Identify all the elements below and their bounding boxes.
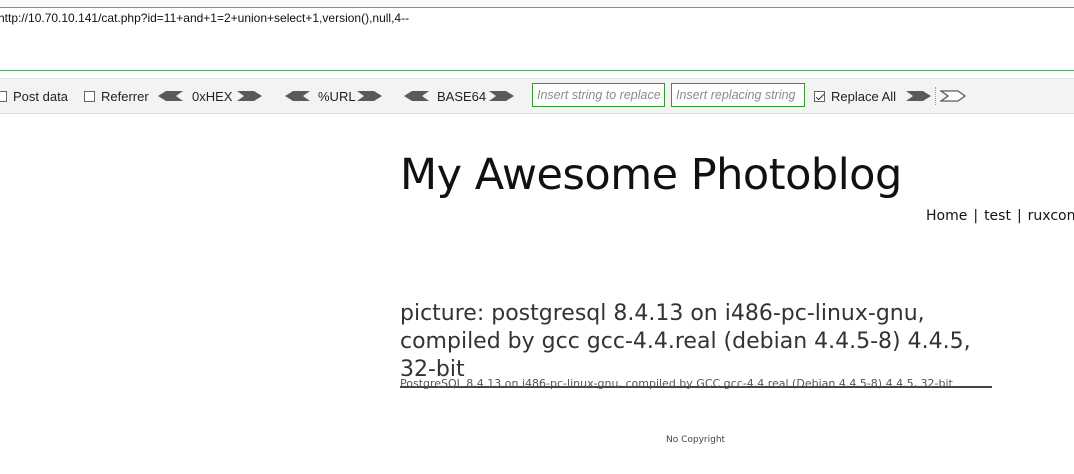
post-data-checkbox[interactable] bbox=[0, 90, 7, 102]
toolbar-separator bbox=[935, 87, 936, 105]
hex-label: 0xHEX bbox=[192, 88, 233, 104]
hackbar-url-text[interactable]: http://10.70.10.141/cat.php?id=11+and+1=… bbox=[0, 11, 409, 25]
hackbar-toolbar: Post data Referrer 0xHEX %URL BASE64 Ins… bbox=[0, 78, 1074, 114]
replace-button[interactable] bbox=[905, 79, 931, 113]
picture-title: picture: postgresql 8.4.13 on i486-pc-li… bbox=[400, 300, 992, 388]
base64-label: BASE64 bbox=[437, 88, 487, 104]
nav-link-test[interactable]: test bbox=[984, 208, 1011, 224]
url-decode-button[interactable] bbox=[356, 79, 382, 113]
referrer-toggle[interactable]: Referrer bbox=[84, 79, 149, 113]
left-arrow-icon[interactable] bbox=[404, 90, 430, 102]
post-data-label[interactable]: Post data bbox=[13, 89, 68, 104]
nav-link-home[interactable]: Home bbox=[926, 208, 967, 224]
right-arrow-icon[interactable] bbox=[905, 90, 931, 102]
hex-decode-button[interactable] bbox=[236, 79, 262, 113]
base64-decode-button[interactable] bbox=[488, 79, 514, 113]
left-arrow-icon[interactable] bbox=[285, 90, 311, 102]
hackbar-top-border bbox=[0, 0, 1074, 8]
picture-caption: PostgreSQL 8.4.13 on i486-pc-linux-gnu, … bbox=[400, 377, 953, 390]
nav-separator: | bbox=[973, 208, 979, 224]
replace-all-label[interactable]: Replace All bbox=[831, 89, 896, 104]
replace-all-checkbox[interactable] bbox=[814, 90, 825, 102]
base64-encode-button[interactable] bbox=[404, 79, 430, 113]
right-arrow-outline-icon[interactable] bbox=[940, 90, 966, 102]
nav-link-ruxcon[interactable]: ruxcon bbox=[1028, 208, 1074, 224]
hackbar-url-textarea[interactable]: http://10.70.10.141/cat.php?id=11+and+1=… bbox=[0, 8, 1074, 70]
url-label: %URL bbox=[318, 88, 356, 104]
site-title: My Awesome Photoblog bbox=[400, 150, 902, 200]
site-nav: Home | test | ruxcon bbox=[926, 208, 1074, 224]
execute-button[interactable] bbox=[940, 79, 966, 113]
right-arrow-icon[interactable] bbox=[236, 90, 262, 102]
replace-all-toggle[interactable]: Replace All bbox=[814, 79, 896, 113]
referrer-checkbox[interactable] bbox=[84, 90, 95, 102]
url-encode-button[interactable] bbox=[285, 79, 311, 113]
nav-separator: | bbox=[1016, 208, 1022, 224]
hackbar-divider bbox=[0, 70, 1074, 71]
hex-encode-button[interactable] bbox=[158, 79, 184, 113]
footer-text: No Copyright bbox=[666, 435, 726, 445]
post-data-toggle[interactable]: Post data bbox=[0, 79, 68, 113]
left-arrow-icon[interactable] bbox=[158, 90, 184, 102]
right-arrow-icon[interactable] bbox=[488, 90, 514, 102]
right-arrow-icon[interactable] bbox=[356, 90, 382, 102]
replace-string-input[interactable]: Insert string to replace bbox=[532, 83, 665, 107]
referrer-label[interactable]: Referrer bbox=[101, 89, 149, 104]
replacing-string-input[interactable]: Insert replacing string bbox=[671, 83, 805, 107]
